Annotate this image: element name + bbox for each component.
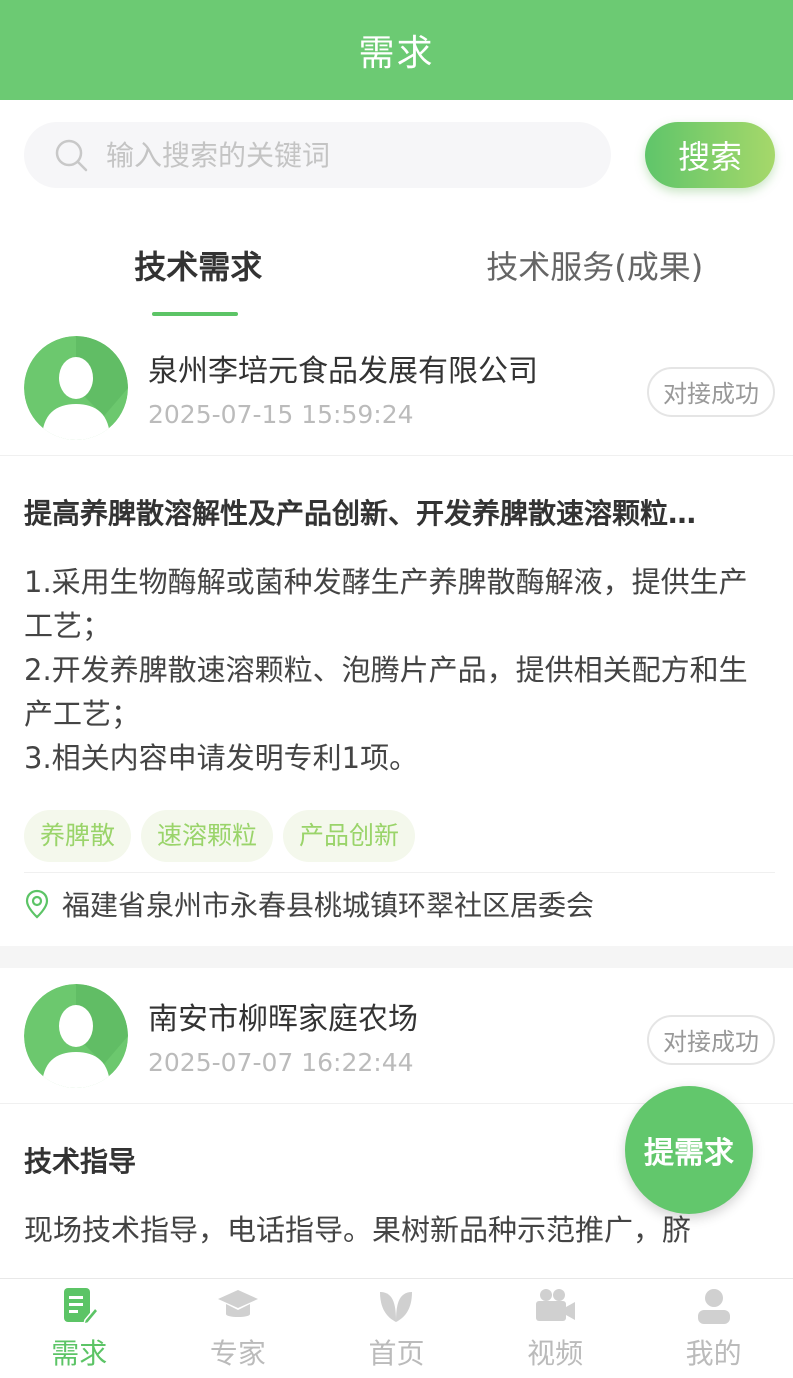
tag-list: 养脾散 速溶颗粒 产品创新 <box>0 810 793 862</box>
search-input[interactable] <box>106 138 566 172</box>
post-time: 2025-07-15 15:59:24 <box>148 400 414 429</box>
post-time: 2025-07-07 16:22:44 <box>148 1048 414 1077</box>
tag: 养脾散 <box>24 810 132 862</box>
bottom-navigation: 需求 专家 首页 视频 我的 <box>0 1278 793 1378</box>
card-description: 现场技术指导，电话指导。果树新品种示范推广，脐 <box>24 1213 692 1247</box>
nav-label: 我的 <box>685 1336 742 1370</box>
avatar <box>24 983 128 1088</box>
location-pin-icon <box>25 889 49 918</box>
tag: 产品创新 <box>283 810 416 862</box>
nav-item-home[interactable]: 首页 <box>317 1279 476 1378</box>
tab-active-indicator <box>152 312 238 316</box>
nav-item-profile[interactable]: 我的 <box>634 1279 793 1378</box>
app-header: 需求 <box>0 0 793 100</box>
page-title: 需求 <box>358 33 435 74</box>
tab-tech-demand[interactable]: 技术需求 <box>0 210 397 320</box>
graduation-cap-icon <box>217 1289 258 1317</box>
user-icon <box>697 1288 730 1324</box>
status-badge: 对接成功 <box>647 366 775 417</box>
avatar <box>24 335 128 440</box>
location-row: 福建省泉州市永春县桃城镇环翠社区居委会 <box>24 872 775 934</box>
card-description: 1.采用生物酶解或菌种发酵生产养脾散酶解液，提供生产工艺； 2.开发养脾散速溶颗… <box>24 565 748 775</box>
card-header: 泉州李培元食品发展有限公司 2025-07-15 15:59:24 对接成功 <box>0 320 793 456</box>
location-text: 福建省泉州市永春县桃城镇环翠社区居委会 <box>62 888 595 922</box>
nav-label: 需求 <box>51 1336 108 1370</box>
nav-label: 视频 <box>527 1336 584 1370</box>
card-title: 提高养脾散溶解性及产品创新、开发养脾散速溶颗粒… <box>24 497 697 530</box>
leaf-icon <box>380 1291 413 1322</box>
nav-label: 专家 <box>209 1336 266 1370</box>
post-demand-button[interactable]: 提需求 <box>625 1086 753 1214</box>
card-header: 南安市柳晖家庭农场 2025-07-07 16:22:44 对接成功 <box>0 968 793 1104</box>
search-icon <box>55 139 88 172</box>
nav-label: 首页 <box>368 1336 425 1370</box>
tab-bar: 技术需求 技术服务(成果) <box>0 210 793 320</box>
company-name: 泉州李培元食品发展有限公司 <box>148 354 538 389</box>
nav-item-demand[interactable]: 需求 <box>0 1279 159 1378</box>
search-bar: 搜索 <box>0 100 793 210</box>
video-camera-icon <box>536 1288 576 1321</box>
tab-tech-service[interactable]: 技术服务(成果) <box>397 210 793 320</box>
card-divider <box>0 946 793 968</box>
tag: 速溶颗粒 <box>141 810 274 862</box>
demand-card[interactable]: 泉州李培元食品发展有限公司 2025-07-15 15:59:24 对接成功 提… <box>0 320 793 934</box>
status-badge: 对接成功 <box>647 1014 775 1065</box>
search-button[interactable]: 搜索 <box>645 122 775 188</box>
company-name: 南安市柳晖家庭农场 <box>148 1002 418 1037</box>
nav-item-expert[interactable]: 专家 <box>159 1279 318 1378</box>
nav-item-video[interactable]: 视频 <box>476 1279 635 1378</box>
document-edit-icon <box>64 1287 100 1325</box>
search-field[interactable] <box>24 122 612 188</box>
